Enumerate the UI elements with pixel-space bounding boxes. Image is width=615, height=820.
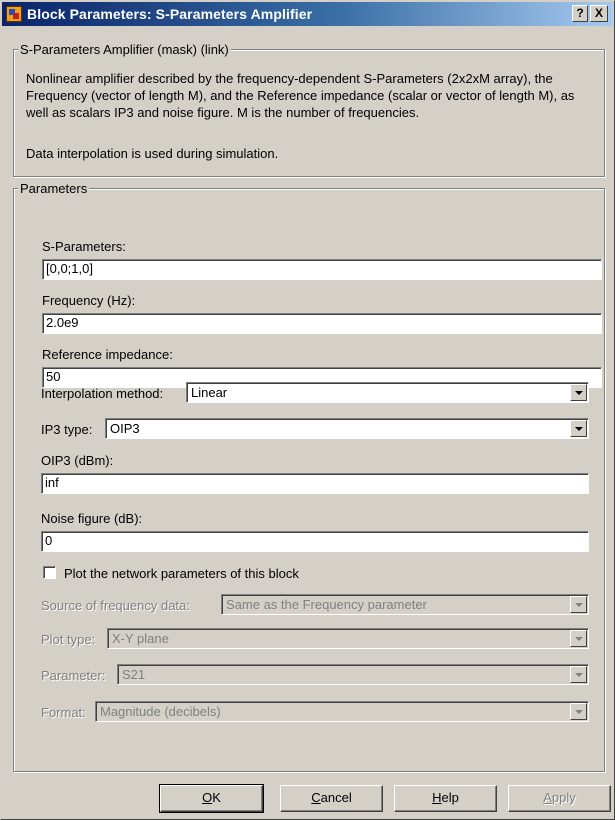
plot-type-label: Plot type: [41,632,96,647]
ok-mnemonic: O [202,790,213,805]
source-frequency-data-value: Same as the Frequency parameter [226,597,427,612]
parameter-value: S21 [122,667,146,682]
help-button[interactable]: Help [394,785,497,812]
title-bar[interactable]: Block Parameters: S-Parameters Amplifier… [2,2,613,26]
source-frequency-data-label: Source of frequency data: [41,598,190,613]
cancel-button[interactable]: Cancel [280,785,383,812]
apply-button[interactable]: Apply [508,785,611,812]
format-label: Format: [41,705,86,720]
mask-group-legend: S-Parameters Amplifier (mask) (link) [18,42,231,57]
close-title-button[interactable]: X [590,5,608,22]
mask-interpolation-note: Data interpolation is used during simula… [26,146,279,161]
s-parameters-field[interactable]: [0,0;1,0] [42,259,602,280]
oip3-label: OIP3 (dBm): [41,453,114,468]
cancel-label: ancel [320,790,352,805]
ok-button[interactable]: OK [159,784,264,813]
simulink-block-icon [6,6,22,22]
chevron-down-icon[interactable] [570,630,587,647]
help-mnemonic: H [432,790,442,805]
ip3-type-dropdown[interactable]: OIP3 [105,418,589,439]
window-title: Block Parameters: S-Parameters Amplifier [27,6,313,22]
help-title-button[interactable]: ? [572,5,588,22]
frequency-field[interactable]: 2.0e9 [42,313,602,334]
chevron-down-icon[interactable] [570,384,587,401]
noise-figure-label: Noise figure (dB): [41,511,143,526]
ip3-type-label: IP3 type: [41,422,93,437]
plot-type-dropdown[interactable]: X-Y plane [107,628,589,649]
help-label: elp [441,790,459,805]
format-dropdown[interactable]: Magnitude (decibels) [95,701,589,722]
plot-network-parameters-checkbox[interactable] [43,566,56,579]
source-frequency-data-dropdown[interactable]: Same as the Frequency parameter [221,594,589,615]
apply-label: pply [551,790,576,805]
apply-mnemonic: A [543,790,552,805]
plot-network-parameters-label[interactable]: Plot the network parameters of this bloc… [64,566,299,581]
interpolation-method-dropdown[interactable]: Linear [186,382,589,403]
mask-description-group: S-Parameters Amplifier (mask) (link) Non… [13,42,605,177]
ip3-type-value: OIP3 [110,421,140,436]
chevron-down-icon[interactable] [570,420,587,437]
oip3-field[interactable]: inf [41,473,589,494]
frequency-label: Frequency (Hz): [42,293,136,308]
s-parameters-label: S-Parameters: [42,239,126,254]
cancel-mnemonic: C [311,790,321,805]
parameter-label: Parameter: [41,668,106,683]
interpolation-method-value: Linear [191,385,228,400]
chevron-down-icon[interactable] [570,703,587,720]
block-parameters-dialog: Block Parameters: S-Parameters Amplifier… [0,0,615,820]
parameters-group-legend: Parameters [18,181,90,196]
reference-impedance-label: Reference impedance: [42,347,173,362]
interpolation-method-label: Interpolation method: [41,386,164,401]
noise-figure-field[interactable]: 0 [41,531,589,552]
plot-type-value: X-Y plane [112,631,169,646]
parameter-dropdown[interactable]: S21 [117,664,589,685]
mask-description-text: Nonlinear amplifier described by the fre… [26,71,575,120]
ok-label: K [212,790,221,805]
chevron-down-icon[interactable] [570,596,587,613]
chevron-down-icon[interactable] [570,666,587,683]
format-value: Magnitude (decibels) [100,704,221,719]
